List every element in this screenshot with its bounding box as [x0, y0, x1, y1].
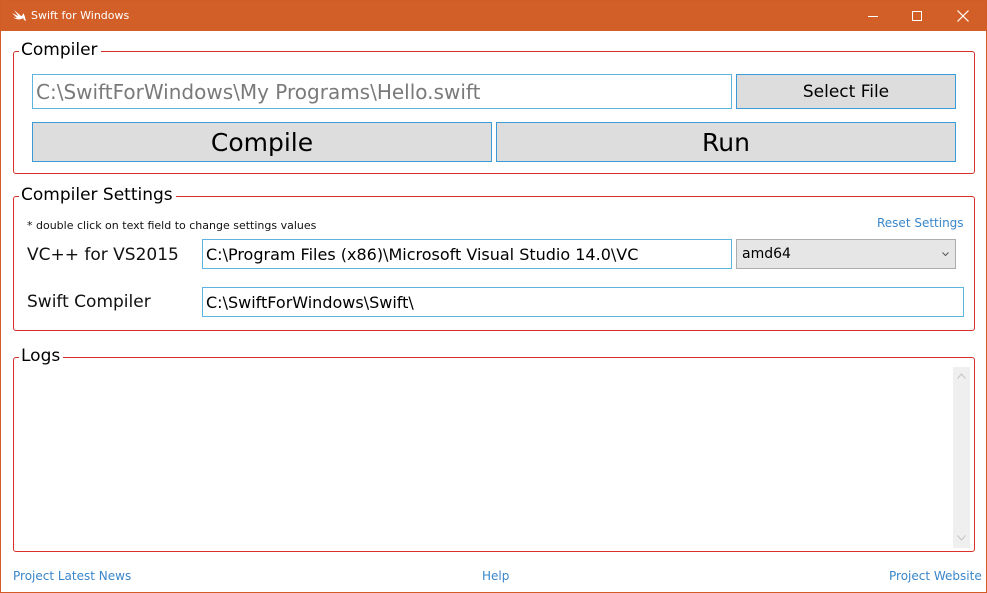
settings-hint: * double click on text field to change s… [27, 219, 317, 232]
logs-textarea[interactable] [23, 367, 949, 547]
swift-logo-icon [11, 8, 27, 24]
compiler-settings-legend: Compiler Settings [19, 185, 176, 205]
select-file-button[interactable]: Select File [736, 74, 956, 109]
reset-settings-link[interactable]: Reset Settings [877, 216, 964, 230]
file-path-field[interactable]: C:\SwiftForWindows\My Programs\Hello.swi… [32, 74, 732, 109]
run-button[interactable]: Run [496, 122, 956, 162]
arch-select[interactable]: amd64 [736, 239, 956, 269]
project-website-link[interactable]: Project Website [889, 569, 982, 583]
close-button[interactable] [940, 1, 986, 31]
vc-path-field[interactable]: C:\Program Files (x86)\Microsoft Visual … [202, 239, 732, 269]
compiler-legend: Compiler [19, 40, 101, 60]
logs-legend: Logs [19, 346, 64, 366]
compile-button[interactable]: Compile [32, 122, 492, 162]
scroll-up-icon[interactable] [957, 373, 966, 379]
maximize-icon [912, 11, 922, 21]
minimize-button[interactable] [850, 1, 896, 31]
logs-scrollbar[interactable] [953, 367, 970, 548]
swift-compiler-path-field[interactable]: C:\SwiftForWindows\Swift\ [202, 287, 964, 317]
window-title: Swift for Windows [31, 9, 130, 22]
swift-compiler-label: Swift Compiler [27, 292, 151, 312]
help-link[interactable]: Help [482, 569, 509, 583]
chevron-down-icon [942, 252, 949, 257]
close-icon [957, 10, 969, 22]
minimize-icon [868, 16, 878, 17]
title-bar[interactable]: Swift for Windows [1, 1, 986, 31]
arch-select-value: amd64 [742, 246, 791, 262]
maximize-button[interactable] [894, 1, 940, 31]
project-news-link[interactable]: Project Latest News [13, 569, 131, 583]
vc-label: VC++ for VS2015 [27, 245, 179, 265]
scroll-down-icon[interactable] [957, 535, 966, 541]
app-window: Swift for Windows Compiler C:\SwiftForWi… [0, 0, 987, 593]
